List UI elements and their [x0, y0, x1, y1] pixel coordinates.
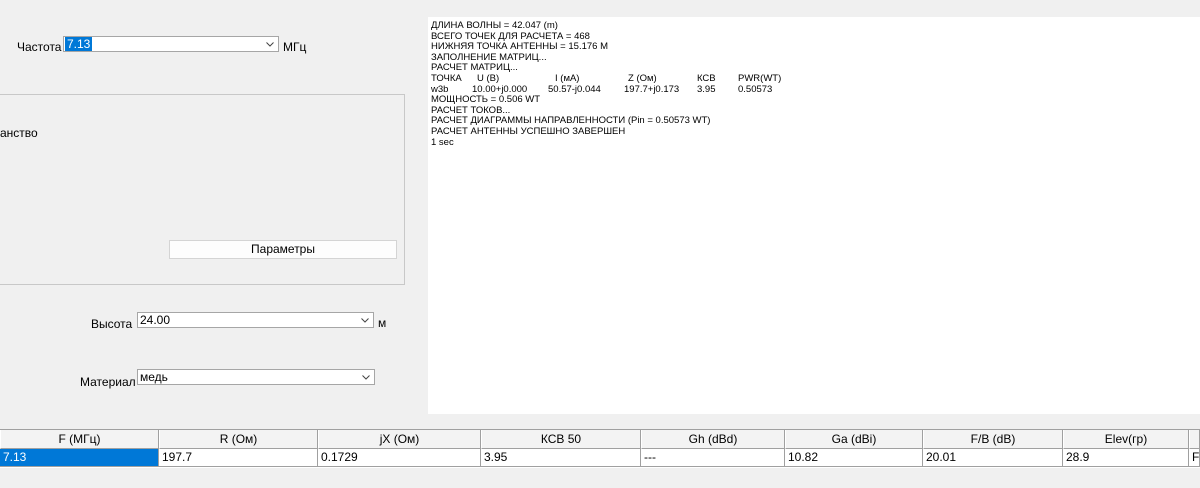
- column-header-reactance[interactable]: jX (Ом): [318, 430, 481, 449]
- frequency-combobox[interactable]: 7.13: [63, 36, 279, 52]
- cell-elevation[interactable]: 28.9: [1063, 449, 1189, 467]
- log-val-point: w3b: [431, 83, 449, 95]
- frequency-label: Частота: [17, 40, 62, 54]
- log-val-voltage: 10.00+j0.000: [472, 83, 528, 95]
- column-header-gh[interactable]: Gh (dBd): [641, 430, 785, 449]
- cell-extra[interactable]: F: [1189, 449, 1200, 467]
- calculation-log[interactable]: ДЛИНА ВОЛНЫ = 42.047 (m) ВСЕГО ТОЧЕК ДЛЯ…: [428, 17, 1200, 414]
- log-line: 1 sec: [431, 136, 454, 148]
- log-table-row: w3b 10.00+j0.000 50.57-j0.044 197.7+j0.1…: [431, 83, 1200, 96]
- frequency-unit: МГц: [283, 40, 307, 54]
- chevron-down-icon[interactable]: [361, 316, 369, 324]
- column-header-fb[interactable]: F/B (dB): [923, 430, 1063, 449]
- column-header-ga[interactable]: Ga (dBi): [785, 430, 923, 449]
- log-col-current: I (мА): [555, 72, 580, 84]
- cell-gh[interactable]: ---: [641, 449, 785, 467]
- groupbox-label: анство: [0, 126, 38, 140]
- column-header-frequency[interactable]: F (МГц): [0, 430, 159, 449]
- column-header-resistance[interactable]: R (Ом): [159, 430, 318, 449]
- material-combobox[interactable]: медь: [137, 369, 375, 385]
- height-value: 24.00: [140, 313, 171, 327]
- frequency-value: 7.13: [65, 37, 93, 51]
- height-label: Высота: [91, 317, 133, 331]
- column-header-swr[interactable]: КСВ 50: [481, 430, 641, 449]
- log-table-header: ТОЧКА U (В) I (мА) Z (Ом) КСВ PWR(WT): [431, 72, 1200, 85]
- cell-frequency[interactable]: 7.13: [0, 449, 159, 467]
- cell-swr[interactable]: 3.95: [481, 449, 641, 467]
- height-unit: м: [378, 316, 387, 330]
- log-col-point: ТОЧКА: [431, 72, 462, 84]
- column-header-extra[interactable]: [1189, 430, 1200, 449]
- log-val-swr: 3.95: [697, 83, 716, 95]
- log-col-swr: КСВ: [697, 72, 716, 84]
- log-col-voltage: U (В): [477, 72, 500, 84]
- cell-fb[interactable]: 20.01: [923, 449, 1063, 467]
- log-line: МОЩНОСТЬ = 0.506 WT: [431, 94, 541, 106]
- log-val-impedance: 197.7+j0.173: [624, 83, 680, 95]
- parameters-button[interactable]: Параметры: [169, 240, 397, 259]
- log-line: ДЛИНА ВОЛНЫ = 42.047 (m): [431, 20, 558, 31]
- results-grid[interactable]: F (МГц) R (Ом) jX (Ом) КСВ 50 Gh (dBd) G…: [0, 429, 1200, 468]
- log-line: РАСЧЕТ МАТРИЦ...: [431, 62, 518, 74]
- log-col-power: PWR(WT): [738, 72, 782, 84]
- chevron-down-icon[interactable]: [362, 373, 370, 381]
- cell-ga[interactable]: 10.82: [785, 449, 923, 467]
- log-val-power: 0.50573: [738, 83, 773, 95]
- cell-reactance[interactable]: 0.1729: [318, 449, 481, 467]
- column-header-elevation[interactable]: Elev(гр): [1063, 430, 1189, 449]
- log-col-impedance: Z (Ом): [628, 72, 657, 84]
- material-value: медь: [140, 370, 168, 384]
- log-val-current: 50.57-j0.044: [548, 83, 601, 95]
- material-label: Материал: [80, 375, 136, 389]
- cell-resistance[interactable]: 197.7: [159, 449, 318, 467]
- log-line: РАСЧЕТ АНТЕННЫ УСПЕШНО ЗАВЕРШЕН: [431, 125, 626, 137]
- log-line: ЗАПОЛНЕНИЕ МАТРИЦ...: [431, 51, 547, 63]
- height-combobox[interactable]: 24.00: [137, 312, 374, 328]
- chevron-down-icon[interactable]: [266, 40, 274, 48]
